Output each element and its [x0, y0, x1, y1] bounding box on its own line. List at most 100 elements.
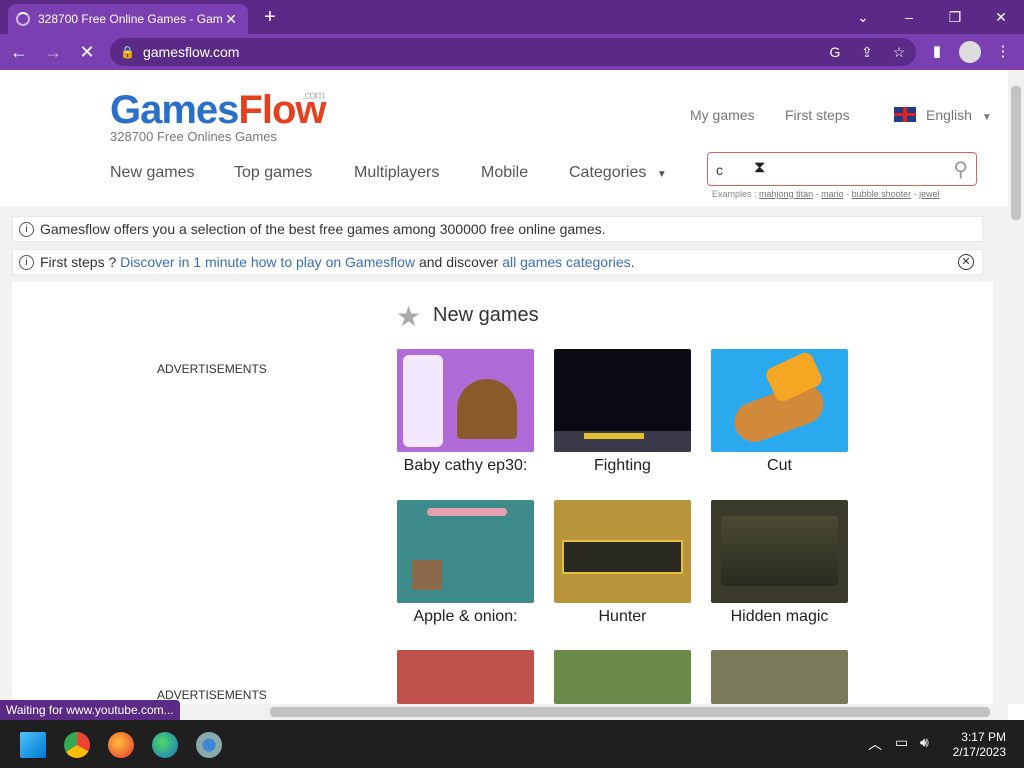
firefox-icon[interactable]	[108, 732, 134, 758]
back-button[interactable]: ←	[4, 37, 34, 67]
url-text: gamesflow.com	[142, 44, 240, 60]
game-thumb[interactable]	[397, 650, 534, 704]
section-title: New games	[433, 304, 539, 326]
examples-label: Examples :	[712, 189, 757, 199]
info-suffix: .	[630, 254, 635, 270]
site-tagline: 328700 Free Onlines Games	[110, 129, 277, 144]
title-bar: 328700 Free Online Games - Gam ✕ + ⌄ – ❐…	[0, 0, 1024, 34]
loading-spinner-icon	[16, 12, 30, 26]
menu-categories-label: Categories	[569, 164, 647, 181]
main-content	[12, 282, 993, 704]
web-page: GamesFlow .com 328700 Free Onlines Games…	[0, 70, 1008, 704]
tab-search-icon[interactable]: ⌄	[846, 6, 880, 28]
site-logo[interactable]: GamesFlow .com	[110, 88, 327, 133]
game-name[interactable]: Apple & onion:	[397, 608, 534, 626]
my-games-link[interactable]: My games	[690, 107, 755, 123]
example-link[interactable]: mahjong titan	[759, 189, 813, 199]
avatar-image	[959, 41, 981, 63]
volume-icon[interactable]: 🔊︎	[920, 734, 929, 751]
clock-date: 2/17/2023	[952, 745, 1006, 759]
browser-tab[interactable]: 328700 Free Online Games - Gam ✕	[8, 4, 248, 34]
side-panel-icon[interactable]: ▮	[922, 37, 952, 67]
bookmark-star-icon[interactable]: ☆	[884, 38, 914, 66]
thumb-detail	[721, 516, 838, 586]
minimize-button[interactable]: –	[892, 6, 926, 28]
game-thumb-hunter[interactable]	[554, 500, 691, 603]
categories-link[interactable]: all games categories	[502, 254, 630, 270]
thumb-detail	[584, 433, 644, 439]
menu-categories[interactable]: Categories ▼	[569, 164, 667, 182]
profile-avatar[interactable]	[955, 37, 985, 67]
game-thumb-apple-onion[interactable]	[397, 500, 534, 603]
info-text: Gamesflow offers you a selection of the …	[40, 221, 606, 237]
chevron-up-icon[interactable]: ︿	[868, 734, 882, 754]
search-icon[interactable]: ⚲	[953, 157, 968, 182]
game-name[interactable]: Hidden magic	[711, 608, 848, 626]
game-thumb-hidden-magic[interactable]	[711, 500, 848, 603]
network-icon[interactable]: ▭	[895, 734, 908, 751]
uk-flag-icon[interactable]	[894, 107, 916, 122]
example-link[interactable]: bubble shooter	[852, 189, 912, 199]
restore-button[interactable]: ❐	[938, 6, 972, 28]
window-close-button[interactable]: ✕	[984, 6, 1018, 28]
clock-time: 3:17 PM	[961, 730, 1006, 744]
info-icon: i	[19, 254, 34, 270]
language-selector[interactable]: English ▼	[926, 107, 992, 123]
lock-icon[interactable]: 🔒	[120, 45, 135, 59]
info-middle: and discover	[418, 254, 499, 270]
info-bar-first-steps: i First steps ? Discover in 1 minute how…	[12, 249, 983, 275]
horizontal-scroll-thumb[interactable]	[270, 707, 990, 717]
menu-kebab-icon[interactable]: ⋮	[988, 37, 1018, 67]
new-tab-button[interactable]: +	[258, 6, 282, 28]
search-input[interactable]: c ⧗ ⚲	[707, 152, 977, 186]
thumb-detail	[457, 379, 517, 439]
thumb-logo	[562, 540, 683, 574]
settings-gear-icon[interactable]	[196, 732, 222, 758]
forward-button[interactable]: →	[38, 37, 68, 67]
search-value: c	[716, 162, 723, 178]
browser-toolbar: ← → ✕ 🔒 gamesflow.com G ⇪ ☆ ▮ ⋮	[0, 34, 1024, 70]
game-thumb[interactable]	[554, 650, 691, 704]
vertical-scroll-thumb[interactable]	[1011, 86, 1021, 220]
game-name[interactable]: Cut	[711, 457, 848, 475]
logo-games: Games	[110, 88, 239, 132]
google-lens-icon[interactable]: G	[820, 38, 850, 66]
tab-close-icon[interactable]: ✕	[222, 11, 240, 28]
star-icon: ★	[396, 301, 422, 332]
game-thumb-fighting[interactable]	[554, 349, 691, 452]
example-link[interactable]: mario	[821, 189, 844, 199]
site-header: GamesFlow .com 328700 Free Onlines Games…	[0, 70, 1008, 206]
game-thumb-cut[interactable]	[711, 349, 848, 452]
chrome-icon[interactable]	[64, 732, 90, 758]
stop-loading-button[interactable]: ✕	[72, 37, 102, 67]
menu-mobile[interactable]: Mobile	[481, 164, 528, 182]
chevron-down-icon: ▼	[981, 112, 992, 123]
menu-top-games[interactable]: Top games	[234, 164, 312, 182]
ads-label: ADVERTISEMENTS	[157, 362, 267, 376]
windows-start-icon[interactable]	[20, 732, 46, 758]
game-thumb[interactable]	[711, 650, 848, 704]
tab-title: 328700 Free Online Games - Gam	[38, 12, 222, 26]
share-icon[interactable]: ⇪	[852, 38, 882, 66]
discover-link[interactable]: Discover in 1 minute how to play on Game…	[120, 254, 415, 270]
first-steps-link[interactable]: First steps	[785, 107, 850, 123]
edge-icon[interactable]	[152, 732, 178, 758]
chevron-down-icon: ▼	[656, 169, 667, 180]
thumb-detail	[412, 560, 442, 590]
thumb-detail	[427, 508, 507, 516]
game-name[interactable]: Fighting	[554, 457, 691, 475]
menu-new-games[interactable]: New games	[110, 164, 194, 182]
menu-multiplayers[interactable]: Multiplayers	[354, 164, 439, 182]
logo-suffix: .com	[302, 88, 325, 102]
game-name[interactable]: Baby cathy ep30:	[397, 457, 534, 475]
game-name[interactable]: Hunter	[554, 608, 691, 626]
info-bar-selection: i Gamesflow offers you a selection of th…	[12, 216, 983, 242]
example-link[interactable]: jewel	[919, 189, 940, 199]
address-bar[interactable]: 🔒 gamesflow.com G ⇪ ☆	[110, 38, 916, 66]
status-bubble: Waiting for www.youtube.com...	[0, 700, 180, 720]
close-icon[interactable]: ✕	[958, 254, 974, 270]
game-thumb-baby-cathy[interactable]	[397, 349, 534, 452]
info-prefix: First steps ?	[40, 254, 117, 270]
language-label: English	[926, 107, 972, 123]
system-clock[interactable]: 3:17 PM 2/17/2023	[953, 730, 1006, 760]
